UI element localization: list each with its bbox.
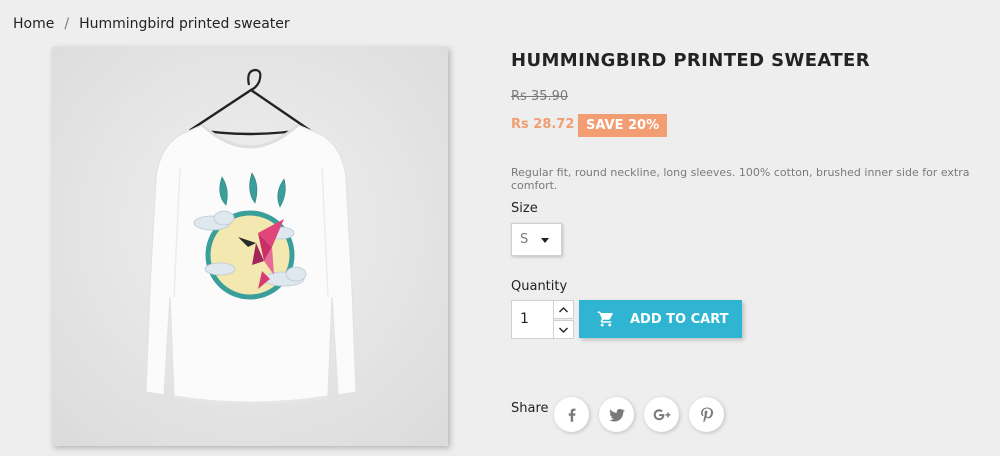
regular-price: Rs 35.90 — [511, 89, 569, 104]
twitter-icon — [609, 408, 625, 422]
add-to-cart-label: ADD TO CART — [630, 311, 729, 327]
caret-down-icon — [541, 238, 549, 243]
discount-badge: SAVE 20% — [578, 114, 668, 137]
shopping-cart-icon — [597, 311, 613, 327]
current-price: Rs 28.72 — [511, 117, 575, 132]
quantity-label: Quantity — [511, 279, 568, 294]
product-image[interactable] — [52, 47, 448, 446]
breadcrumb-separator: / — [64, 16, 70, 32]
sweater-illustration — [52, 47, 448, 446]
breadcrumb-current: Hummingbird printed sweater — [79, 16, 290, 32]
google-plus-icon — [653, 408, 670, 420]
share-pinterest-button[interactable] — [689, 397, 724, 432]
share-twitter-button[interactable] — [599, 397, 634, 432]
quantity-increment-button[interactable] — [553, 300, 574, 319]
facebook-icon — [568, 408, 576, 422]
chevron-down-icon — [559, 327, 568, 333]
breadcrumb-home-link[interactable]: Home — [13, 16, 54, 32]
chevron-up-icon — [559, 306, 568, 312]
size-selected-value: S — [520, 232, 529, 247]
quantity-input[interactable]: 1 — [511, 300, 554, 339]
breadcrumb: Home / Hummingbird printed sweater — [13, 16, 290, 32]
share-facebook-button[interactable] — [554, 397, 589, 432]
product-title: HUMMINGBIRD PRINTED SWEATER — [511, 50, 871, 71]
pinterest-icon — [700, 407, 713, 423]
share-label: Share — [511, 401, 549, 416]
add-to-cart-button[interactable]: ADD TO CART — [579, 300, 742, 338]
quantity-decrement-button[interactable] — [553, 320, 574, 339]
size-select[interactable]: S — [511, 223, 562, 256]
share-google-plus-button[interactable] — [644, 397, 679, 432]
size-label: Size — [511, 201, 538, 216]
product-description: Regular fit, round neckline, long sleeve… — [511, 166, 970, 192]
